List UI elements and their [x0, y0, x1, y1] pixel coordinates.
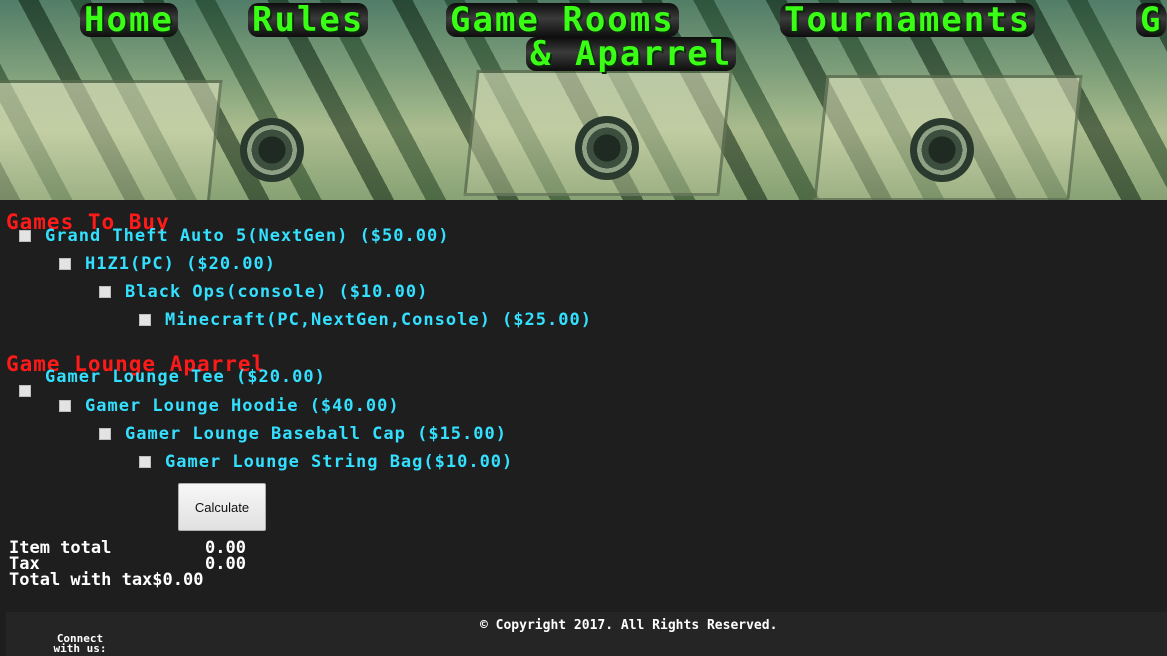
nav-gear-apparel-continued[interactable]: & Aparrel	[526, 37, 737, 71]
string-bag-checkbox[interactable]	[139, 456, 151, 468]
item-label: Grand Theft Auto 5(NextGen) ($50.00)	[45, 226, 450, 246]
item-label: Gamer Lounge Baseball Cap ($15.00)	[125, 424, 507, 444]
item-label: Gamer Lounge Hoodie ($40.00)	[85, 396, 400, 416]
banner-seal-image	[575, 116, 639, 180]
tee-checkbox[interactable]	[19, 385, 31, 397]
banner-seal-image	[910, 118, 974, 182]
nav-game-rooms[interactable]: Game Rooms	[446, 3, 679, 37]
list-item-black-ops: Black Ops(console) ($10.00)	[99, 281, 428, 303]
list-item-hoodie: Gamer Lounge Hoodie ($40.00)	[59, 395, 400, 417]
baseball-cap-checkbox[interactable]	[99, 428, 111, 440]
connect-label: Connect with us:	[42, 633, 118, 655]
gta5-checkbox[interactable]	[19, 230, 31, 242]
connect-line-2: with us:	[53, 642, 107, 655]
item-label: Black Ops(console) ($10.00)	[125, 282, 429, 302]
banner-seal-image	[240, 118, 304, 182]
footer: © Copyright 2017. All Rights Reserved. C…	[6, 612, 1167, 656]
list-item-h1z1: H1Z1(PC) ($20.00)	[59, 253, 276, 275]
totals-summary: Item total 0.00 Tax 0.00 Total with tax $…	[9, 540, 246, 590]
item-label: Gamer Lounge Tee ($20.00)	[45, 367, 326, 387]
nav-tournaments[interactable]: Tournaments	[780, 3, 1036, 37]
hoodie-checkbox[interactable]	[59, 400, 71, 412]
list-item-baseball-cap: Gamer Lounge Baseball Cap ($15.00)	[99, 423, 507, 445]
item-label: Minecraft(PC,NextGen,Console) ($25.00)	[165, 310, 592, 330]
minecraft-checkbox[interactable]	[139, 314, 151, 326]
item-label: Gamer Lounge String Bag($10.00)	[165, 452, 514, 472]
black-ops-checkbox[interactable]	[99, 286, 111, 298]
list-item-minecraft: Minecraft(PC,NextGen,Console) ($25.00)	[139, 309, 592, 331]
header-banner: Home Rules Game Rooms Tournaments G & Ap…	[0, 0, 1167, 200]
list-item-gta5: Grand Theft Auto 5(NextGen) ($50.00)	[19, 225, 449, 247]
nav-home[interactable]: Home	[80, 3, 178, 37]
total-with-tax-value: $0.00	[152, 570, 204, 590]
calculate-button[interactable]: Calculate	[178, 483, 266, 531]
copyright-text: © Copyright 2017. All Rights Reserved.	[480, 618, 778, 633]
total-with-tax-row: Total with tax $0.00	[9, 570, 246, 590]
h1z1-checkbox[interactable]	[59, 258, 71, 270]
nav-rules[interactable]: Rules	[248, 3, 369, 37]
tax-value: 0.00	[205, 554, 246, 574]
banner-bill-image	[0, 80, 223, 200]
list-item-string-bag: Gamer Lounge String Bag($10.00)	[139, 451, 513, 473]
item-label: H1Z1(PC) ($20.00)	[85, 254, 276, 274]
nav-gear-apparel[interactable]: G	[1136, 3, 1167, 37]
total-with-tax-label: Total with tax	[9, 570, 153, 590]
